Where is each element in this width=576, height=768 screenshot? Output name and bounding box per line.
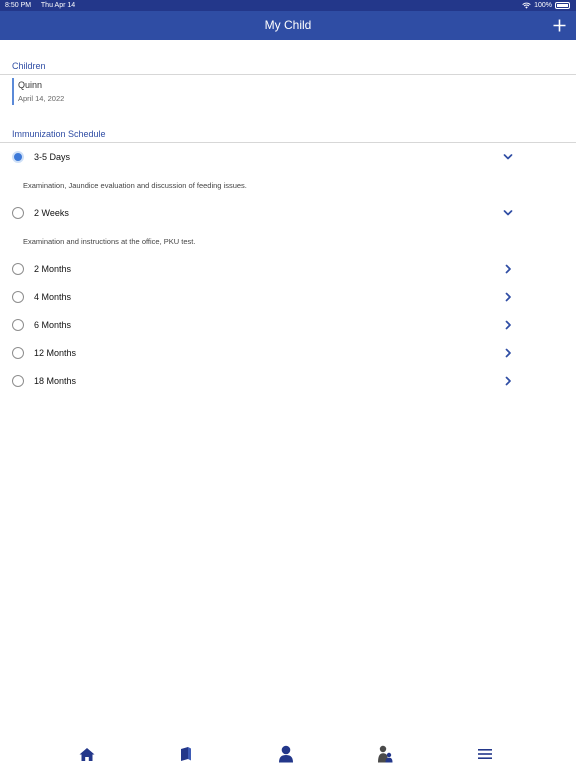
tab-home[interactable] xyxy=(78,745,96,763)
menu-icon xyxy=(478,749,492,759)
schedule-description: Examination, Jaundice evaluation and dis… xyxy=(23,181,247,190)
wifi-icon xyxy=(522,2,531,9)
tab-book[interactable] xyxy=(177,745,195,763)
schedule-label: 2 Months xyxy=(34,264,72,274)
children-header: Children xyxy=(12,61,46,71)
radio-unselected[interactable] xyxy=(12,207,24,219)
status-time: 8:50 PM xyxy=(5,2,32,9)
tab-family[interactable] xyxy=(376,745,394,763)
schedule-label: 4 Months xyxy=(34,292,72,302)
person-icon xyxy=(279,745,293,763)
radio-unselected[interactable] xyxy=(12,319,24,331)
schedule-label: 18 Months xyxy=(34,376,77,386)
battery-icon xyxy=(555,2,570,9)
schedule-label: 6 Months xyxy=(34,320,72,330)
schedule-row-12-months[interactable]: 12 Months xyxy=(0,344,576,364)
book-icon xyxy=(181,747,191,761)
radio-selected[interactable] xyxy=(12,151,24,163)
radio-unselected[interactable] xyxy=(12,375,24,387)
radio-unselected[interactable] xyxy=(12,291,24,303)
tab-profile[interactable] xyxy=(277,745,295,763)
chevron-right-icon[interactable] xyxy=(503,320,513,330)
divider xyxy=(0,74,576,75)
schedule-row-2-weeks[interactable]: 2 Weeks xyxy=(0,204,576,224)
chevron-right-icon[interactable] xyxy=(503,376,513,386)
nav-bar: My Child xyxy=(0,11,576,40)
schedule-description: Examination and instructions at the offi… xyxy=(23,237,196,246)
chevron-right-icon[interactable] xyxy=(503,264,513,274)
home-icon xyxy=(79,747,95,761)
chevron-down-icon[interactable] xyxy=(503,208,513,218)
radio-unselected[interactable] xyxy=(12,347,24,359)
chevron-right-icon[interactable] xyxy=(503,348,513,358)
plus-icon xyxy=(553,19,565,31)
schedule-row-18-months[interactable]: 18 Months xyxy=(0,372,576,392)
schedule-row-2-months[interactable]: 2 Months xyxy=(0,260,576,280)
radio-unselected[interactable] xyxy=(12,263,24,275)
tab-bar xyxy=(0,745,576,768)
tab-menu[interactable] xyxy=(476,745,494,763)
child-name: Quinn xyxy=(18,80,43,90)
parent-child-icon xyxy=(378,745,393,763)
immunization-header: Immunization Schedule xyxy=(12,129,106,139)
schedule-label: 2 Weeks xyxy=(34,208,69,218)
add-child-button[interactable] xyxy=(550,16,568,34)
child-card[interactable]: Quinn April 14, 2022 xyxy=(12,78,314,105)
chevron-down-icon[interactable] xyxy=(503,152,513,162)
schedule-row-3-5-days[interactable]: 3-5 Days xyxy=(0,148,576,168)
child-birthdate: April 14, 2022 xyxy=(18,94,65,103)
schedule-row-6-months[interactable]: 6 Months xyxy=(0,316,576,336)
divider xyxy=(0,142,576,143)
schedule-label: 3-5 Days xyxy=(34,152,71,162)
chevron-right-icon[interactable] xyxy=(503,292,513,302)
schedule-row-4-months[interactable]: 4 Months xyxy=(0,288,576,308)
page-title: My Child xyxy=(264,18,312,32)
schedule-label: 12 Months xyxy=(34,348,77,358)
battery-percent: 100% xyxy=(534,2,552,9)
status-date: Thu Apr 14 xyxy=(40,2,76,9)
status-bar: 8:50 PM Thu Apr 14 100% xyxy=(0,0,576,11)
